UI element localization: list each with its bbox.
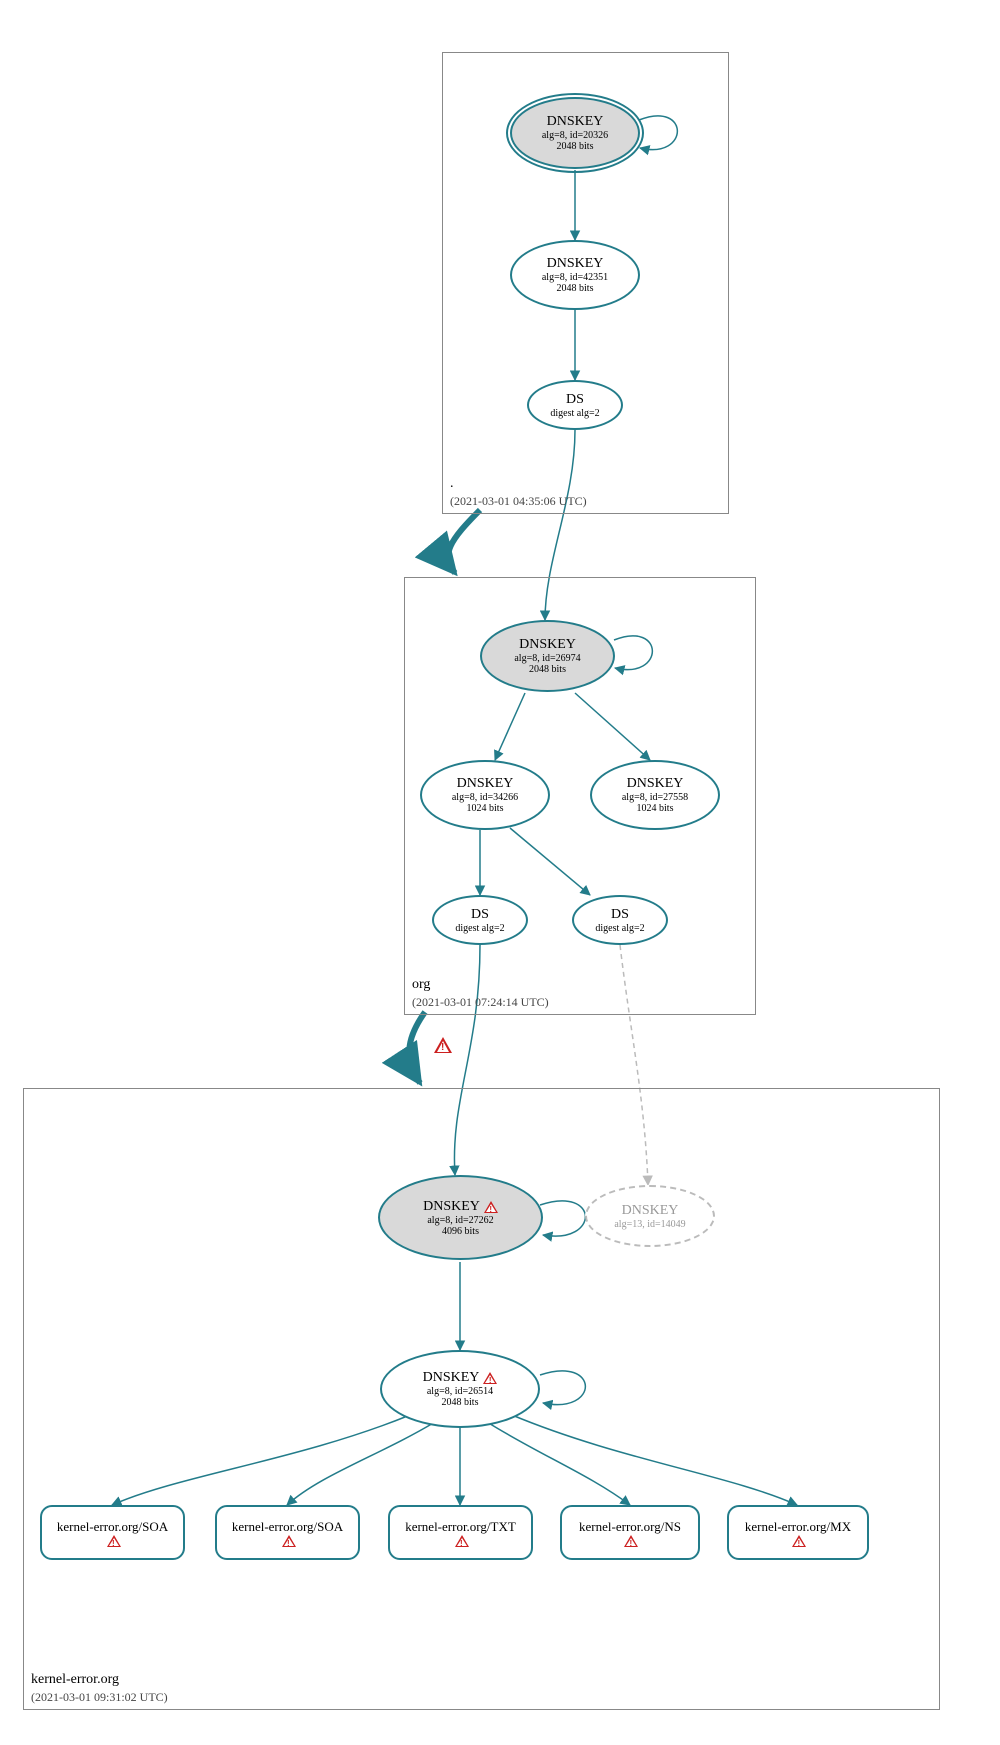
node-sub1: alg=8, id=42351 [542,272,608,283]
node-sub1: alg=8, id=34266 [452,792,518,803]
rrset-label: kernel-error.org/SOA [57,1519,168,1535]
rrset-label: kernel-error.org/SOA [232,1519,343,1535]
node-sub1: digest alg=2 [550,408,599,419]
zone-ke-ts: (2021-03-01 09:31:02 UTC) [31,1690,168,1705]
rrset-ns: kernel-error.org/NS ! [560,1505,700,1560]
warning-icon: ! [792,1535,806,1547]
node-title: DS [611,907,629,923]
node-root-ksk: DNSKEY alg=8, id=20326 2048 bits [510,97,640,169]
node-sub1: alg=8, id=26974 [514,653,580,664]
node-sub1: alg=8, id=20326 [542,130,608,141]
rrset-label: kernel-error.org/TXT [405,1519,516,1535]
node-org-ksk: DNSKEY alg=8, id=26974 2048 bits [480,620,615,692]
warning-icon: ! [624,1535,638,1547]
node-ke-zsk: DNSKEY ! alg=8, id=26514 2048 bits [380,1350,540,1428]
node-title: DNSKEY [519,637,576,653]
node-sub2: 2048 bits [557,141,594,152]
rrset-txt: kernel-error.org/TXT ! [388,1505,533,1560]
node-root-zsk: DNSKEY alg=8, id=42351 2048 bits [510,240,640,310]
node-sub1: alg=8, id=27262 [427,1215,493,1226]
zone-root-ts: (2021-03-01 04:35:06 UTC) [450,494,587,509]
rrset-label: kernel-error.org/MX [745,1519,851,1535]
node-title: DNSKEY [423,1370,480,1386]
rrset-soa-1: kernel-error.org/SOA ! [40,1505,185,1560]
node-sub2: 1024 bits [637,803,674,814]
node-sub2: 2048 bits [529,664,566,675]
node-title: DNSKEY [423,1199,480,1215]
warning-icon: ! [483,1372,497,1384]
node-org-ds1: DS digest alg=2 [432,895,528,945]
node-title: DNSKEY [457,776,514,792]
node-sub2: 4096 bits [442,1226,479,1237]
warning-icon: ! [107,1535,121,1547]
node-org-ds2: DS digest alg=2 [572,895,668,945]
zone-ke-name: kernel-error.org [31,1672,119,1688]
warning-icon: ! [484,1201,498,1213]
warning-icon: ! [434,1037,452,1053]
node-sub1: alg=8, id=27558 [622,792,688,803]
node-title: DNSKEY [547,114,604,130]
node-title: DNSKEY [627,776,684,792]
rrset-soa-2: kernel-error.org/SOA ! [215,1505,360,1560]
node-title: DNSKEY [622,1203,679,1219]
warning-icon: ! [455,1535,469,1547]
node-sub1: alg=8, id=26514 [427,1386,493,1397]
node-sub2: 2048 bits [442,1397,479,1408]
node-sub2: 1024 bits [467,803,504,814]
zone-root-name: . [450,476,454,492]
rrset-mx: kernel-error.org/MX ! [727,1505,869,1560]
node-org-zsk1: DNSKEY alg=8, id=34266 1024 bits [420,760,550,830]
node-sub1: digest alg=2 [595,923,644,934]
node-root-ds: DS digest alg=2 [527,380,623,430]
node-sub1: alg=13, id=14049 [614,1219,685,1230]
node-ke-ksk: DNSKEY ! alg=8, id=27262 4096 bits [378,1175,543,1260]
warning-icon: ! [282,1535,296,1547]
rrset-label: kernel-error.org/NS [579,1519,681,1535]
node-title: DS [471,907,489,923]
node-org-zsk2: DNSKEY alg=8, id=27558 1024 bits [590,760,720,830]
node-ke-other: DNSKEY alg=13, id=14049 [585,1185,715,1247]
zone-org-name: org [412,977,430,993]
zone-org-ts: (2021-03-01 07:24:14 UTC) [412,995,549,1010]
node-title: DNSKEY [547,256,604,272]
node-sub1: digest alg=2 [455,923,504,934]
node-title: DS [566,392,584,408]
node-sub2: 2048 bits [557,283,594,294]
